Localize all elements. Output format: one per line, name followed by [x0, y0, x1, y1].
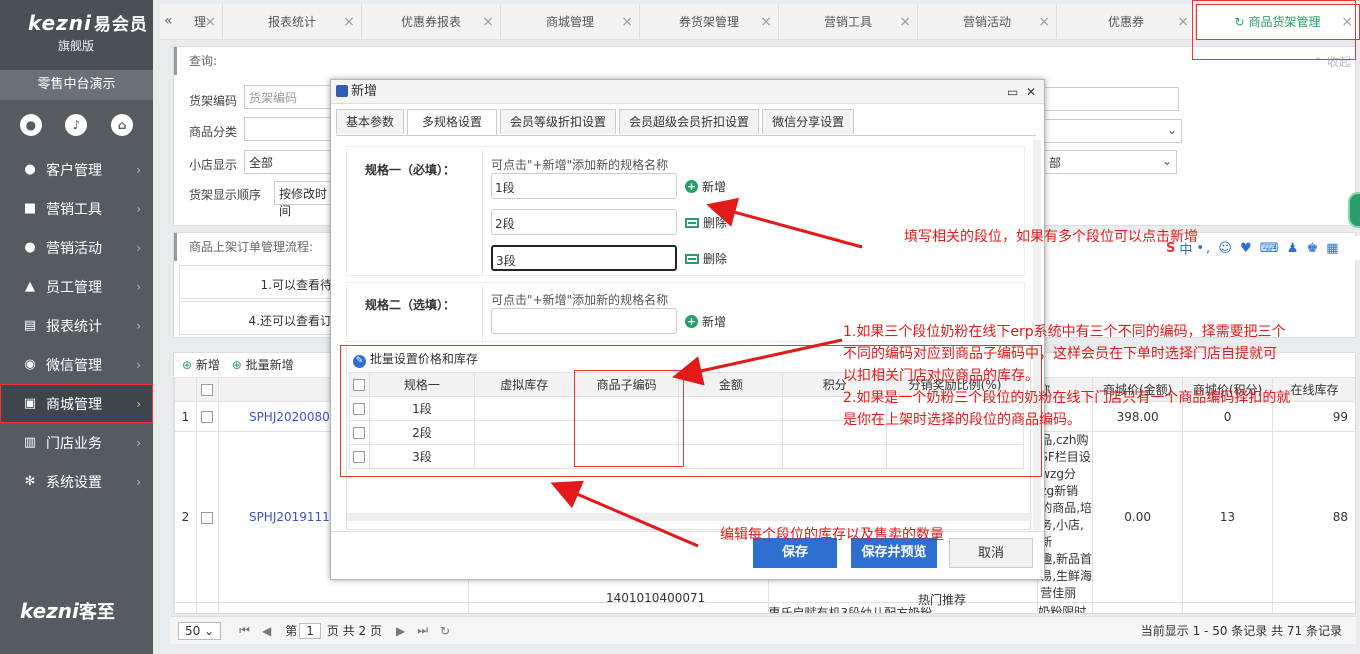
note-code-2: 不同的编码对应到商品子编码中，这样会员在下单时选择门店自提就可: [843, 346, 1277, 362]
note-spec: 填写相关的段位，如果有多个段位可以点击新增: [904, 229, 1198, 245]
note-code-3: 以扣相关门店对应商品的库存。: [843, 368, 1039, 384]
note-code-4: 2.如果是一个奶粉三个段位的奶粉在线下门店只有一个商品编码择扣的就: [843, 390, 1291, 406]
arrow-to-batch: [550, 480, 699, 548]
note-code-1: 1.如果三个段位奶粉在线下erp系统中有三个不同的编码，择需要把三个: [843, 324, 1286, 340]
arrow-to-spec: [706, 197, 863, 249]
arrow-to-subcode: [672, 338, 843, 386]
note-code-5: 是你在上架时选择的段位的商品编码。: [843, 412, 1081, 428]
note-batch: 编辑每个段位的库存以及售卖的数量: [720, 527, 944, 543]
